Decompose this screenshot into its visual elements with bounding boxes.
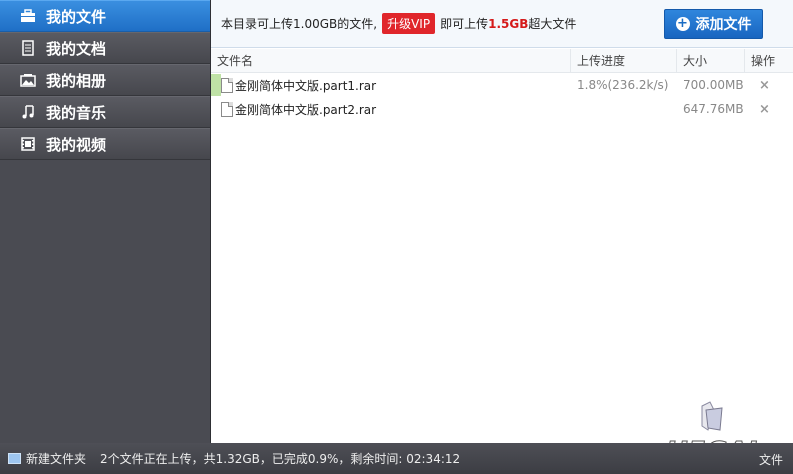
- column-header-name[interactable]: 文件名: [211, 48, 571, 73]
- document-icon: [20, 40, 36, 56]
- upload-notice-bar: 本目录可上传1.00GB的文件, 升级VIP 即可上传 1.5GB 超大文件 +…: [211, 0, 793, 48]
- sidebar-item-my-documents[interactable]: 我的文档: [0, 32, 210, 64]
- music-note-icon: [20, 104, 36, 120]
- file-icon: [221, 77, 233, 93]
- column-header-operation: 操作: [751, 54, 776, 68]
- close-icon[interactable]: ×: [751, 102, 770, 117]
- upload-file-table: 文件名 上传进度 大小 操作 金刚简体中文版.part1.rar 1.8%(23…: [211, 48, 793, 121]
- notice-prefix: 本目录可上传1.00GB的文件,: [221, 17, 378, 31]
- status-bar: 新建文件夹 2个文件正在上传，共1.32GB，已完成0.9%，剩余时间: 02:…: [0, 443, 793, 474]
- add-file-label: 添加文件: [695, 17, 752, 33]
- file-name: 金刚简体中文版.part1.rar: [235, 78, 377, 93]
- plus-icon: +: [675, 16, 690, 31]
- notice-middle: 即可上传: [440, 17, 489, 31]
- upload-progress: 1.8%(236.2k/s): [577, 78, 669, 92]
- sidebar-item-my-files[interactable]: 我的文件: [0, 0, 210, 32]
- file-icon: [221, 101, 233, 117]
- photo-album-icon: [20, 72, 36, 88]
- folder-icon: [8, 453, 21, 464]
- sidebar-item-label: 我的相册: [46, 71, 107, 90]
- new-folder-label: 新建文件夹: [26, 452, 87, 466]
- table-row[interactable]: 金刚简体中文版.part2.rar 647.76MB ×: [211, 97, 793, 121]
- file-name: 金刚简体中文版.part2.rar: [235, 102, 377, 117]
- sidebar: 我的文件 我的文档 我的相册 我的音乐 我的视频: [0, 0, 211, 443]
- briefcase-icon: [20, 8, 36, 24]
- close-icon[interactable]: ×: [751, 78, 770, 93]
- file-size: 647.76MB: [683, 102, 744, 116]
- notice-suffix: 超大文件: [528, 17, 577, 31]
- new-folder-button[interactable]: 新建文件夹: [0, 450, 86, 467]
- column-header-size[interactable]: 大小: [677, 48, 745, 73]
- sidebar-item-label: 我的音乐: [46, 103, 107, 122]
- file-size: 700.00MB: [683, 78, 744, 92]
- sidebar-item-label: 我的视频: [46, 135, 107, 154]
- sidebar-item-my-music[interactable]: 我的音乐: [0, 96, 210, 128]
- sidebar-item-label: 我的文档: [46, 39, 107, 58]
- sidebar-item-my-album[interactable]: 我的相册: [0, 64, 210, 96]
- sidebar-item-label: 我的文件: [46, 7, 107, 26]
- column-header-progress[interactable]: 上传进度: [571, 48, 677, 73]
- upgrade-vip-button[interactable]: 升级VIP: [382, 13, 436, 34]
- status-right-label: 文件: [758, 453, 783, 467]
- table-header: 文件名 上传进度 大小 操作: [211, 48, 793, 73]
- sidebar-item-my-video[interactable]: 我的视频: [0, 128, 210, 160]
- upload-status-text: 2个文件正在上传，共1.32GB，已完成0.9%，剩余时间: 02:34:12: [100, 452, 461, 466]
- notice-size: 1.5GB: [488, 16, 529, 31]
- table-row[interactable]: 金刚简体中文版.part1.rar 1.8%(236.2k/s) 700.00M…: [211, 73, 793, 97]
- film-icon: [20, 136, 36, 152]
- add-file-button[interactable]: + 添加文件: [664, 9, 763, 39]
